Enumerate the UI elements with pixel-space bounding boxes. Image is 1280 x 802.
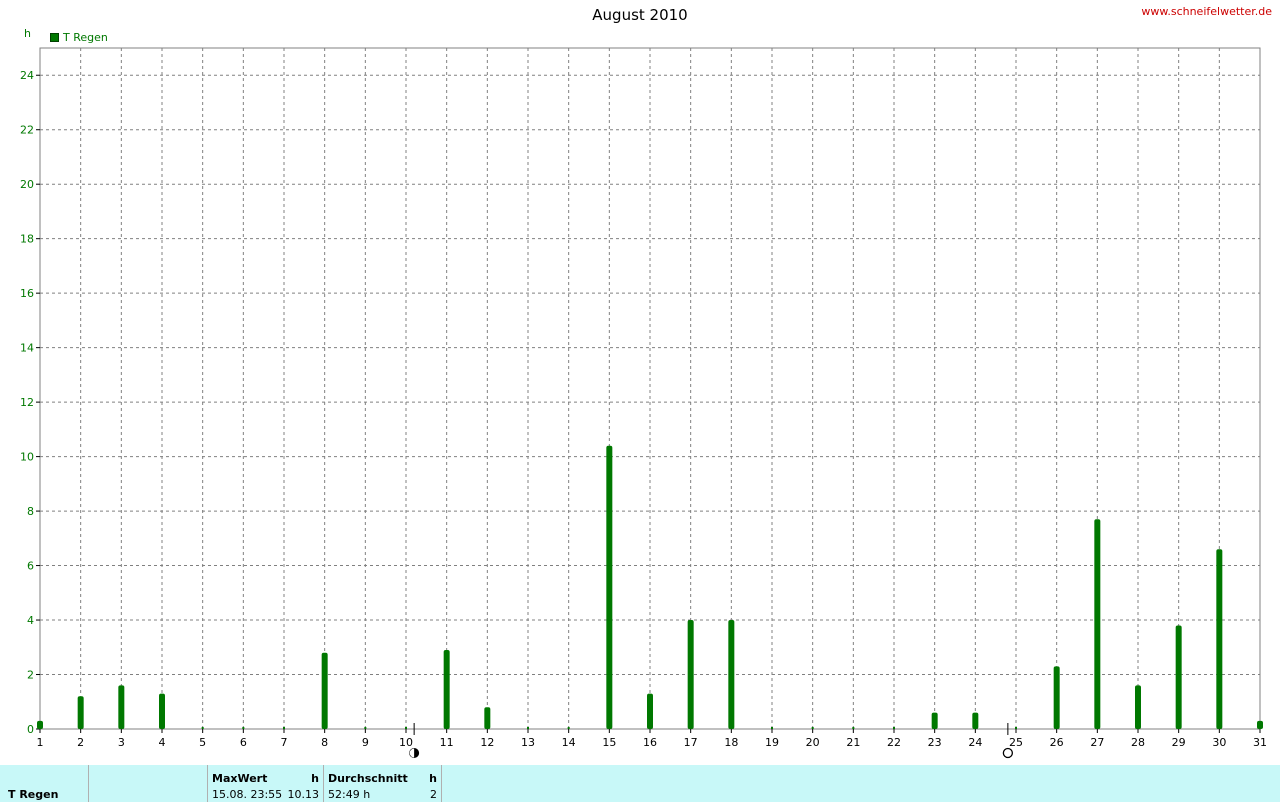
y-tick-label: 24	[20, 69, 34, 82]
stats-empty-cell	[89, 765, 208, 802]
bar	[1257, 720, 1263, 729]
x-tick-label: 8	[321, 736, 328, 749]
x-tick-label: 13	[521, 736, 535, 749]
stats-max-value: 10.13	[287, 788, 320, 801]
bar	[606, 445, 613, 729]
bar	[972, 712, 979, 729]
y-tick-label: 0	[27, 723, 34, 736]
bar	[118, 685, 125, 729]
x-tick-label: 11	[440, 736, 454, 749]
bar	[37, 720, 43, 729]
stats-series-name: T Regen	[8, 788, 59, 801]
bar	[77, 696, 84, 729]
x-tick-label: 10	[399, 736, 413, 749]
x-tick-label: 20	[806, 736, 820, 749]
stats-avg-label: Durchschnitt	[328, 772, 408, 785]
x-tick-label: 7	[281, 736, 288, 749]
x-tick-label: 3	[118, 736, 125, 749]
stats-avg-value: 52:49 h	[328, 788, 371, 801]
y-tick-label: 8	[27, 505, 34, 518]
stats-series-cell: T Regen	[0, 765, 89, 802]
x-tick-label: 27	[1090, 736, 1104, 749]
y-tick-label: 20	[20, 178, 34, 191]
x-tick-label: 28	[1131, 736, 1145, 749]
bar	[321, 652, 328, 729]
x-tick-label: 16	[643, 736, 657, 749]
y-tick-label: 6	[27, 560, 34, 573]
x-tick-label: 14	[562, 736, 576, 749]
stats-avg-cell: Durchschnitt h 52:49 h 2	[324, 765, 442, 802]
stats-max-label: MaxWert	[212, 772, 268, 785]
x-tick-label: 22	[887, 736, 901, 749]
y-tick-label: 14	[20, 342, 34, 355]
stats-max-datetime: 15.08. 23:55	[212, 788, 283, 801]
bar	[1216, 549, 1223, 729]
bar	[647, 693, 653, 729]
x-tick-label: 30	[1212, 736, 1226, 749]
x-tick-label: 26	[1050, 736, 1064, 749]
bar	[1135, 685, 1141, 729]
x-tick-label: 25	[1009, 736, 1023, 749]
y-tick-label: 16	[20, 287, 34, 300]
x-tick-label: 19	[765, 736, 779, 749]
x-tick-label: 29	[1172, 736, 1186, 749]
chart: 0246810121416182022241 2 3 4 5 6 7 8 9 10 11 12 13 14…	[20, 47, 1267, 759]
stats-panel: T Regen MaxWert h 15.08. 23:55 10.13 Dur…	[0, 765, 1280, 802]
x-tick-label: 4	[159, 736, 166, 749]
x-tick-label: 17	[684, 736, 698, 749]
bar	[931, 712, 938, 729]
bar	[728, 620, 735, 729]
y-tick-label: 2	[27, 669, 34, 682]
x-tick-label: 23	[928, 736, 942, 749]
y-tick-label: 22	[20, 124, 34, 137]
x-tick-label: 12	[480, 736, 494, 749]
x-tick-label: 21	[846, 736, 860, 749]
bar	[687, 620, 694, 729]
x-tick-label: 1	[37, 736, 44, 749]
x-tick-label: 9	[362, 736, 369, 749]
y-tick-label: 18	[20, 233, 34, 246]
bar	[1094, 519, 1101, 729]
stats-avg-extra: 2	[430, 788, 437, 801]
y-tick-label: 10	[20, 451, 34, 464]
x-tick-label: 2	[77, 736, 84, 749]
bar	[1053, 666, 1060, 729]
y-tick-label: 12	[20, 396, 34, 409]
x-tick-label: 24	[968, 736, 982, 749]
x-tick-label: 15	[602, 736, 616, 749]
x-tick-label: 18	[724, 736, 738, 749]
x-tick-label: 5	[199, 736, 206, 749]
bar	[1175, 625, 1182, 729]
bar	[443, 650, 450, 729]
y-tick-label: 4	[27, 614, 34, 627]
x-tick-label: 31	[1253, 736, 1267, 749]
bar	[159, 693, 165, 729]
stats-max-unit: h	[311, 772, 319, 785]
stats-max-cell: MaxWert h 15.08. 23:55 10.13	[208, 765, 324, 802]
stats-avg-unit: h	[429, 772, 437, 785]
bar	[484, 707, 491, 729]
full-moon-icon	[1002, 747, 1014, 759]
x-tick-label: 6	[240, 736, 247, 749]
